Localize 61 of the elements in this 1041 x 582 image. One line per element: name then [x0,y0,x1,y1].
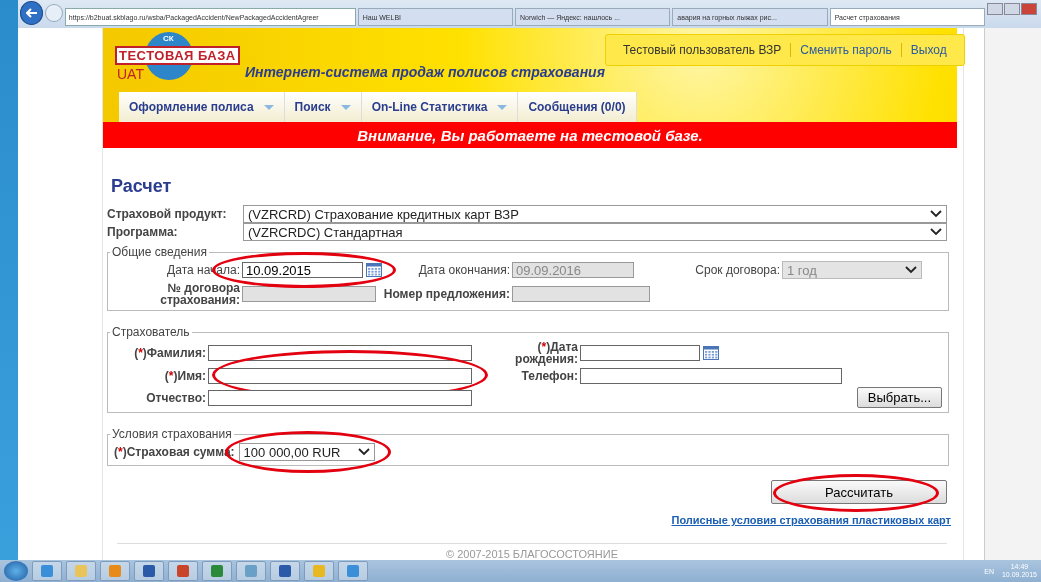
chevron-icon [930,228,942,236]
taskbar-app-icon[interactable] [168,561,198,581]
back-arrow-icon [25,8,38,18]
select-field[interactable]: (VZRCRD) Страхование кредитных карт ВЗР [243,205,947,223]
field-label: Дата окончания: [417,264,511,276]
menu-item[interactable]: Сообщения (0/0) [518,92,637,122]
date-field[interactable]: 10.09.2015 [242,262,363,278]
field-label: Телефон: [520,370,579,382]
field-label: (*)Имя: [163,370,207,382]
maximize-button[interactable] [1004,3,1020,15]
choose-button[interactable]: Выбрать... [856,387,942,408]
taskbar-app-icon[interactable] [236,561,266,581]
forward-button[interactable] [45,4,63,22]
section-legend: Условия страхования [110,427,234,441]
chevron-icon [357,448,370,456]
date-field: 09.09.2016 [512,262,634,278]
text-field[interactable] [580,368,842,384]
field-label: Отчество: [145,391,207,404]
field-label: Страховой продукт: [107,207,228,221]
taskbar-app-icon[interactable] [304,561,334,581]
menu-item[interactable]: Оформление полиса [119,92,285,122]
taskbar-app-icon[interactable] [338,561,368,581]
logo: СК ТЕСТОВАЯ БАЗА UAT [115,32,241,84]
terms-link[interactable]: Полисные условия страхования пластиковых карт [671,514,951,526]
user-link[interactable]: Сменить пароль [790,43,901,57]
taskbar-app-icon[interactable] [66,561,96,581]
tagline: Интернет-система продаж полисов страхования [245,64,605,80]
menu-item[interactable]: Поиск [284,92,362,122]
date-field[interactable] [580,345,700,361]
field-label: Срок договора: [694,264,781,276]
start-button[interactable] [4,561,28,581]
page-title: Расчет [111,176,173,197]
user-name: Тестовый пользователь ВЗР [621,43,783,57]
chevron-icon [930,210,942,218]
taskbar-app-icon[interactable] [134,561,164,581]
calculate-button[interactable]: Рассчитать [771,480,947,504]
minimize-button[interactable] [987,3,1003,15]
select-field: 1 год [782,261,922,279]
taskbar-app-icon[interactable] [100,561,130,581]
field-label: (*)Фамилия: [133,347,207,359]
field-label: (*)Дата рождения: [514,341,579,365]
calendar-icon[interactable] [703,346,719,360]
menu-item[interactable]: On-Line Статистика [361,92,519,122]
taskbar-app-icon[interactable] [32,561,62,581]
text-field[interactable] [208,345,472,361]
user-link[interactable]: Выход [900,43,956,57]
select-field[interactable]: (VZRCRDC) Стандартная [243,223,947,241]
text-field[interactable] [208,389,472,406]
taskbar-app-icon[interactable] [270,561,300,581]
taskbar-app-icon[interactable] [202,561,232,581]
section-legend: Общие сведения [110,245,209,259]
field-label: № договора страхования: [159,282,241,306]
text-field[interactable] [208,368,472,384]
chevron-icon [905,266,917,274]
section-legend: Страхователь [110,325,192,339]
calendar-icon[interactable] [366,263,382,277]
select-field[interactable]: 100 000,00 RUR [238,443,375,461]
back-button[interactable] [20,1,44,25]
field-label: Номер предложения: [382,288,511,300]
warning-banner: Внимание, Вы работаете на тестовой базе. [103,122,957,148]
field-label: Программа: [107,225,179,239]
